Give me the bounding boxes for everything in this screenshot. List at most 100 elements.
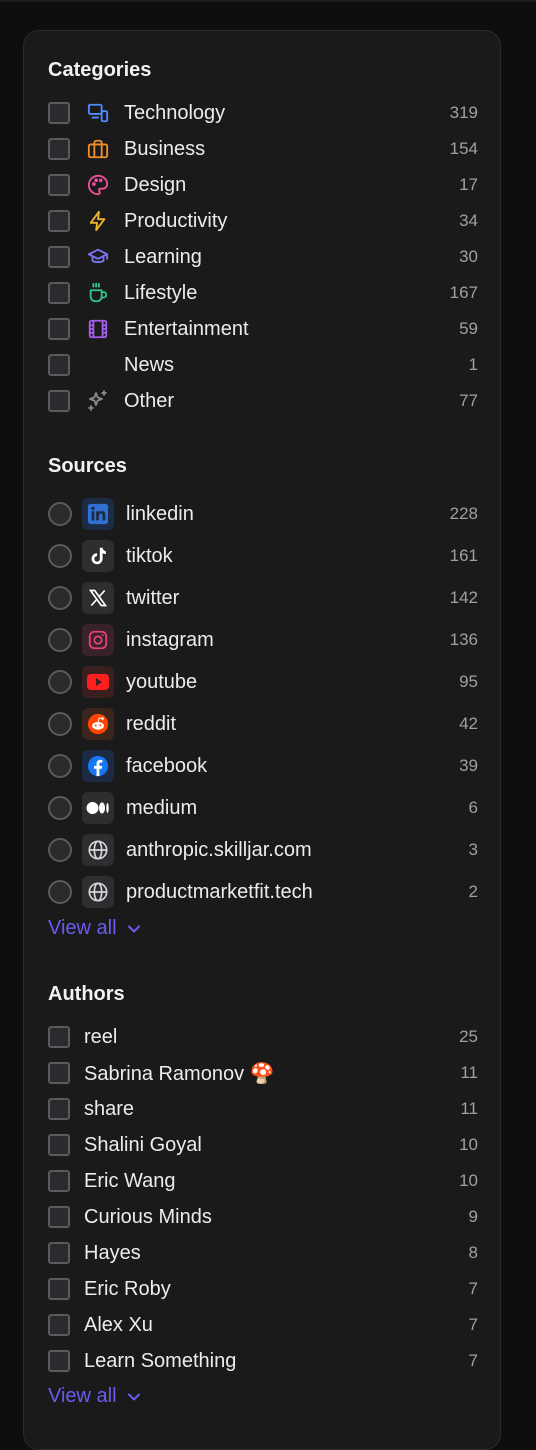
- source-label: reddit: [126, 712, 177, 735]
- globe-icon: [82, 876, 114, 908]
- category-item-design[interactable]: Design 17: [48, 167, 478, 203]
- source-item-productmarketfit[interactable]: productmarketfit.tech 2: [48, 871, 478, 913]
- author-item[interactable]: Sabrina Ramonov 🍄 11: [48, 1055, 478, 1091]
- author-label: Shalini Goyal: [84, 1133, 202, 1156]
- category-label: Learning: [124, 245, 202, 268]
- source-item-facebook[interactable]: facebook 39: [48, 745, 478, 787]
- top-divider: [0, 0, 536, 2]
- category-item-productivity[interactable]: Productivity 34: [48, 203, 478, 239]
- source-count: 161: [449, 546, 478, 565]
- category-item-entertainment[interactable]: Entertainment 59: [48, 311, 478, 347]
- checkbox[interactable]: [48, 1098, 70, 1120]
- category-count: 77: [459, 391, 478, 410]
- author-item[interactable]: Learn Something 7: [48, 1343, 478, 1379]
- source-count: 42: [459, 714, 478, 733]
- category-label: News: [124, 353, 175, 376]
- author-count: 7: [468, 1315, 478, 1334]
- category-count: 34: [459, 211, 478, 230]
- author-label: Curious Minds: [84, 1205, 212, 1228]
- instagram-icon: [82, 624, 114, 656]
- checkbox[interactable]: [48, 102, 70, 124]
- authors-view-all-link[interactable]: View all: [48, 1385, 141, 1408]
- radio-button[interactable]: [48, 754, 72, 778]
- category-label: Design: [124, 173, 187, 196]
- monitor-phone-icon: [86, 101, 110, 125]
- sources-title: Sources: [48, 455, 127, 477]
- source-count: 3: [468, 840, 478, 859]
- author-label: Alex Xu: [84, 1313, 153, 1336]
- checkbox[interactable]: [48, 1242, 70, 1264]
- radio-button[interactable]: [48, 880, 72, 904]
- radio-button[interactable]: [48, 838, 72, 862]
- category-label: Lifestyle: [124, 281, 198, 304]
- checkbox[interactable]: [48, 138, 70, 160]
- authors-title: Authors: [48, 983, 125, 1005]
- radio-button[interactable]: [48, 502, 72, 526]
- source-item-instagram[interactable]: instagram 136: [48, 619, 478, 661]
- checkbox[interactable]: [48, 354, 70, 376]
- checkbox[interactable]: [48, 210, 70, 232]
- radio-button[interactable]: [48, 670, 72, 694]
- checkbox[interactable]: [48, 1170, 70, 1192]
- source-item-reddit[interactable]: reddit 42: [48, 703, 478, 745]
- palette-icon: [86, 173, 110, 197]
- category-item-business[interactable]: Business 154: [48, 131, 478, 167]
- category-item-news[interactable]: News 1: [48, 347, 478, 383]
- author-item[interactable]: reel 25: [48, 1019, 478, 1055]
- checkbox[interactable]: [48, 1350, 70, 1372]
- sources-view-all-link[interactable]: View all: [48, 917, 141, 940]
- source-item-linkedin[interactable]: linkedin 228: [48, 493, 478, 535]
- graduation-cap-icon: [86, 245, 110, 269]
- category-item-other[interactable]: Other 77: [48, 383, 478, 419]
- author-label: Hayes: [84, 1241, 141, 1264]
- checkbox[interactable]: [48, 1134, 70, 1156]
- category-item-lifestyle[interactable]: Lifestyle 167: [48, 275, 478, 311]
- source-count: 228: [449, 504, 478, 523]
- radio-button[interactable]: [48, 712, 72, 736]
- coffee-cup-icon: [86, 281, 110, 305]
- checkbox[interactable]: [48, 1206, 70, 1228]
- source-item-medium[interactable]: medium 6: [48, 787, 478, 829]
- checkbox[interactable]: [48, 1314, 70, 1336]
- author-item[interactable]: Curious Minds 9: [48, 1199, 478, 1235]
- radio-button[interactable]: [48, 544, 72, 568]
- tiktok-icon: [82, 540, 114, 572]
- empty-icon-slot: [86, 353, 110, 377]
- author-item[interactable]: share 11: [48, 1091, 478, 1127]
- checkbox[interactable]: [48, 174, 70, 196]
- source-label: youtube: [126, 670, 198, 693]
- source-item-twitter[interactable]: twitter 142: [48, 577, 478, 619]
- source-label: medium: [126, 796, 198, 819]
- checkbox[interactable]: [48, 390, 70, 412]
- category-item-technology[interactable]: Technology 319: [48, 95, 478, 131]
- linkedin-icon: [82, 498, 114, 530]
- source-item-tiktok[interactable]: tiktok 161: [48, 535, 478, 577]
- checkbox[interactable]: [48, 246, 70, 268]
- reddit-icon: [82, 708, 114, 740]
- radio-button[interactable]: [48, 796, 72, 820]
- author-count: 7: [468, 1279, 478, 1298]
- checkbox[interactable]: [48, 318, 70, 340]
- radio-button[interactable]: [48, 586, 72, 610]
- chevron-down-icon: [127, 1393, 140, 1400]
- source-count: 95: [459, 672, 478, 691]
- source-item-anthropic-skilljar[interactable]: anthropic.skilljar.com 3: [48, 829, 478, 871]
- author-item[interactable]: Eric Roby 7: [48, 1271, 478, 1307]
- category-item-learning[interactable]: Learning 30: [48, 239, 478, 275]
- author-label: reel: [84, 1025, 118, 1048]
- author-item[interactable]: Alex Xu 7: [48, 1307, 478, 1343]
- checkbox[interactable]: [48, 1026, 70, 1048]
- author-label: share: [84, 1097, 135, 1120]
- source-label: twitter: [126, 586, 180, 609]
- author-item[interactable]: Eric Wang 10: [48, 1163, 478, 1199]
- category-label: Productivity: [124, 209, 228, 232]
- source-item-youtube[interactable]: youtube 95: [48, 661, 478, 703]
- author-item[interactable]: Hayes 8: [48, 1235, 478, 1271]
- checkbox[interactable]: [48, 1062, 70, 1084]
- checkbox[interactable]: [48, 282, 70, 304]
- globe-icon: [82, 834, 114, 866]
- source-label: instagram: [126, 628, 214, 651]
- checkbox[interactable]: [48, 1278, 70, 1300]
- author-item[interactable]: Shalini Goyal 10: [48, 1127, 478, 1163]
- radio-button[interactable]: [48, 628, 72, 652]
